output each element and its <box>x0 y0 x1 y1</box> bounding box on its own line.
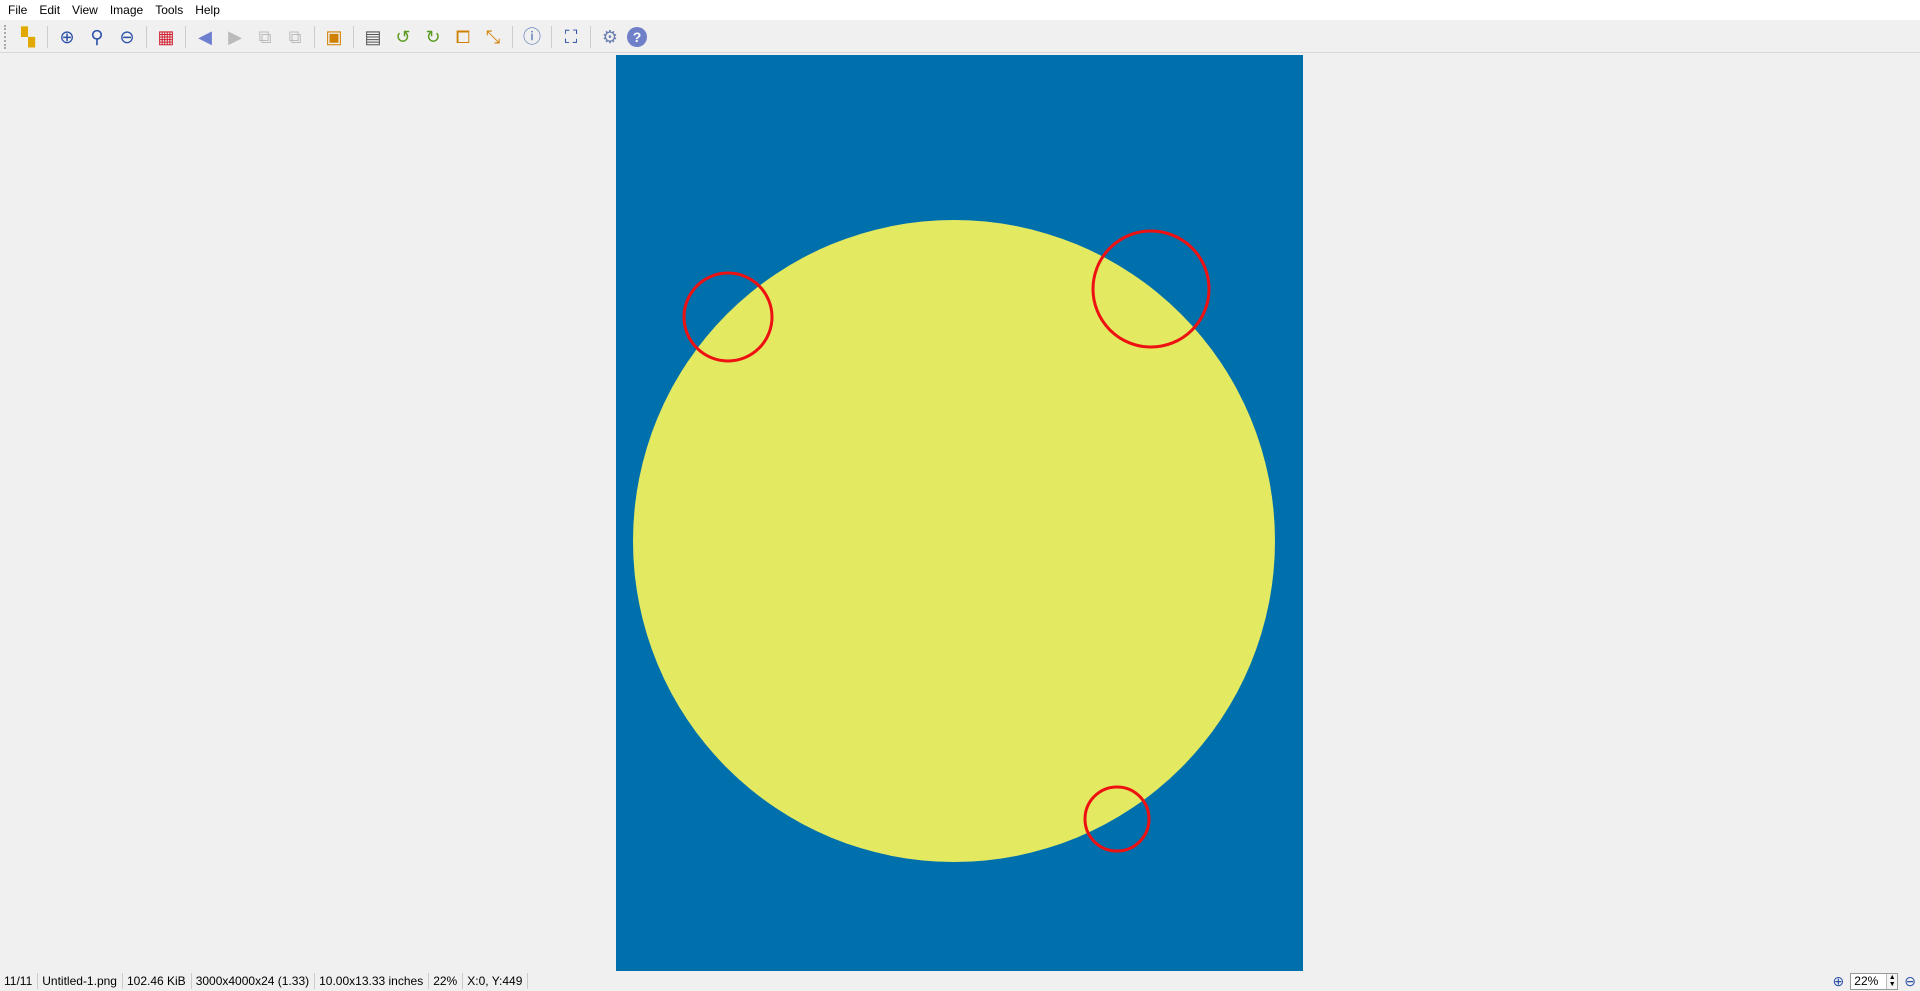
menu-file[interactable]: File <box>4 0 35 20</box>
yellow-circle <box>633 220 1275 862</box>
menu-image[interactable]: Image <box>106 0 151 20</box>
separator <box>185 25 186 48</box>
status-index: 11/11 <box>0 973 39 989</box>
zoom-control: ⊕ 22% ▲ ▼ ⊖ <box>1833 972 1920 990</box>
zoom-out-icon[interactable]: ⊖ <box>114 24 140 50</box>
status-dimensions: 3000x4000x24 (1.33) <box>192 973 316 989</box>
zoom-spinner[interactable]: ▲ ▼ <box>1886 973 1898 989</box>
zoom-value: 22% <box>1854 974 1879 988</box>
next-icon[interactable]: ▶ <box>222 24 248 50</box>
status-cursor: X:0, Y:449 <box>463 973 529 989</box>
status-zoom: 22% <box>429 973 464 989</box>
info-icon[interactable]: ⓘ <box>519 24 545 50</box>
toolbar-grip[interactable] <box>4 24 7 49</box>
rotate-left-icon[interactable]: ↺ <box>390 24 416 50</box>
settings-icon[interactable]: ⚙ <box>597 24 623 50</box>
separator <box>146 25 147 48</box>
toolbar: ▚ ⊕ ⚲ ⊖ ▦ ◀ ▶ ⧉ ⧉ ▣ ▤ ↺ ↻ ⧠ ⤡ ⓘ ⛶ ⚙ ? <box>0 21 1920 53</box>
help-icon[interactable]: ? <box>627 26 647 47</box>
image-canvas <box>616 55 1303 971</box>
slideshow-icon[interactable]: ▣ <box>321 24 347 50</box>
previous-icon[interactable]: ◀ <box>192 24 218 50</box>
status-filename: Untitled-1.png <box>38 973 123 989</box>
status-print-size: 10.00x13.33 inches <box>315 973 430 989</box>
separator <box>47 25 48 48</box>
zoom-in-icon[interactable]: ⊕ <box>54 24 80 50</box>
separator <box>353 25 354 48</box>
crop-icon[interactable]: ⧠ <box>450 24 476 50</box>
status-filesize: 102.46 KiB <box>123 973 192 989</box>
image-viewport[interactable] <box>0 54 1920 971</box>
menu-bar: File Edit View Image Tools Help <box>0 0 1920 20</box>
menu-help[interactable]: Help <box>191 0 228 20</box>
separator <box>551 25 552 48</box>
menu-edit[interactable]: Edit <box>35 0 68 20</box>
fullscreen-icon[interactable]: ⛶ <box>558 24 584 50</box>
separator <box>314 25 315 48</box>
thumbnails-icon[interactable]: ▚ <box>15 24 41 50</box>
zoom-out-icon[interactable]: ⊖ <box>1904 973 1916 990</box>
color-adjust-icon[interactable]: ▤ <box>360 24 386 50</box>
zoom-in-icon[interactable]: ⊕ <box>1833 973 1845 990</box>
resize-icon[interactable]: ⤡ <box>480 24 506 50</box>
separator <box>590 25 591 48</box>
zoom-original-icon[interactable]: ⚲ <box>84 24 110 50</box>
previous-page-icon[interactable]: ⧉ <box>252 24 278 50</box>
zoom-input[interactable]: 22% ▲ ▼ <box>1850 972 1899 990</box>
grid-icon[interactable]: ▦ <box>153 24 179 50</box>
rotate-right-icon[interactable]: ↻ <box>420 24 446 50</box>
separator <box>512 25 513 48</box>
status-bar: 11/11 Untitled-1.png 102.46 KiB 3000x400… <box>0 971 1920 991</box>
menu-view[interactable]: View <box>68 0 106 20</box>
menu-tools[interactable]: Tools <box>151 0 191 20</box>
next-page-icon[interactable]: ⧉ <box>282 24 308 50</box>
